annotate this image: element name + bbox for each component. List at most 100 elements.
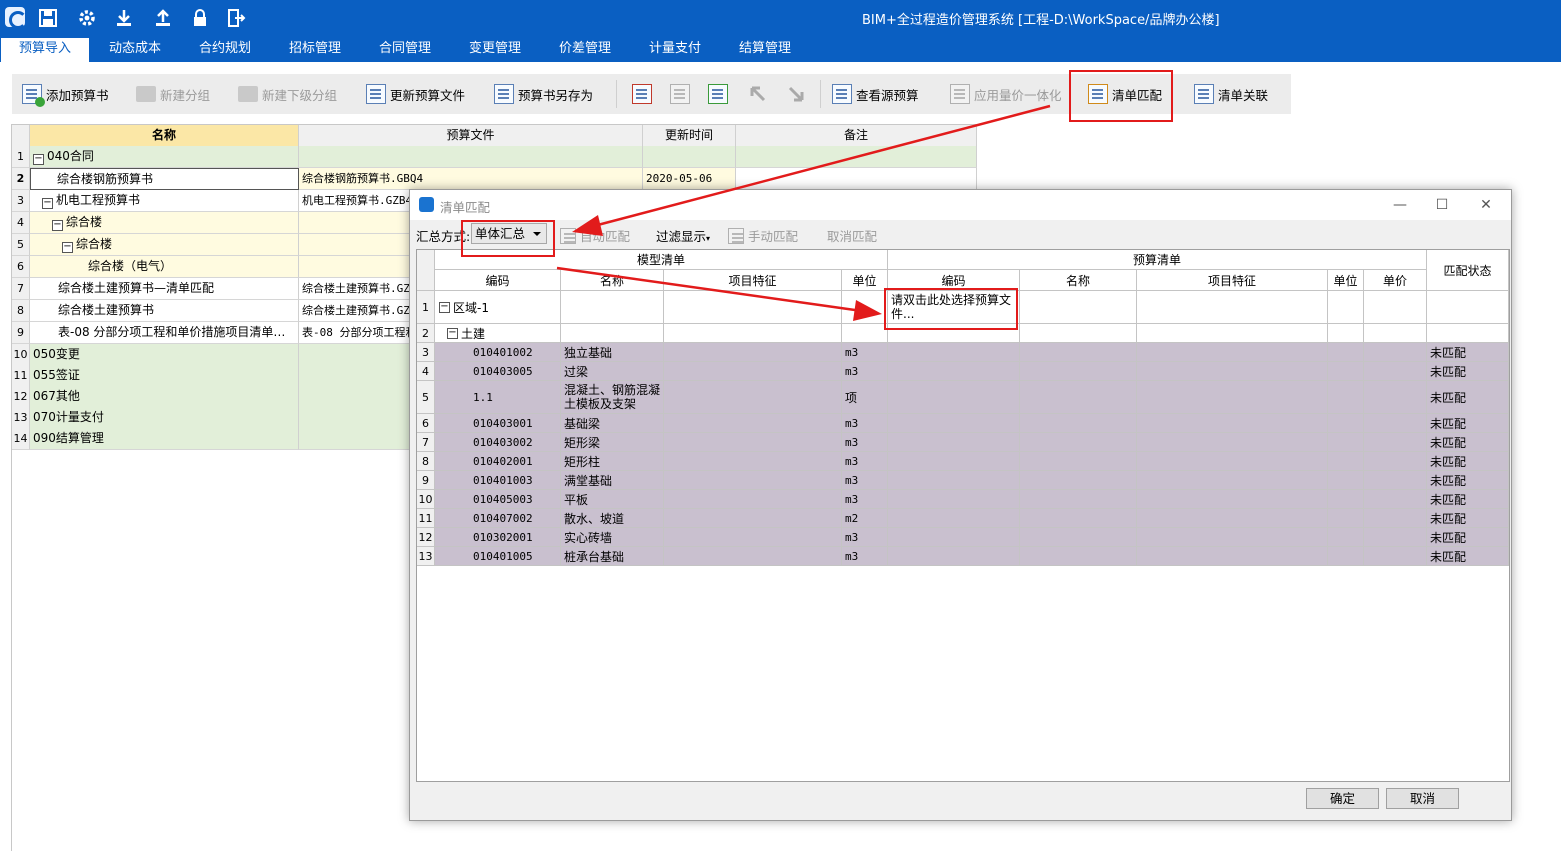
upload-icon[interactable] xyxy=(152,7,174,29)
tab-dynamic-cost[interactable]: 动态成本 xyxy=(92,36,178,62)
highlight-select-file xyxy=(884,288,1018,330)
folder-icon xyxy=(136,86,156,102)
tab-change-management[interactable]: 变更管理 xyxy=(452,36,538,62)
dialog-title-bar: 清单匹配 — ☐ ✕ xyxy=(410,190,1511,220)
grid-group-header: 模型清单 预算清单 匹配状态 xyxy=(417,250,1509,291)
tab-contract-management[interactable]: 合同管理 xyxy=(362,36,448,62)
table-row[interactable]: 2 综合楼钢筋预算书 综合楼钢筋预算书.GBQ4 2020-05-06 xyxy=(12,168,977,190)
tab-settlement[interactable]: 结算管理 xyxy=(722,36,808,62)
new-group-button[interactable]: 新建分组 xyxy=(136,74,210,114)
move-row-button[interactable] xyxy=(708,74,732,114)
collapse-icon[interactable]: − xyxy=(439,301,450,313)
integration-icon xyxy=(950,84,970,104)
collapse-icon[interactable]: − xyxy=(42,198,53,209)
tab-budget-import[interactable]: 预算导入 xyxy=(1,36,89,62)
title-bar: BIM+全过程造价管理系统 [工程-D:\WorkSpace/品牌办公楼] xyxy=(0,0,1561,36)
save-as-icon xyxy=(494,84,514,104)
match-status: 未匹配 xyxy=(1427,414,1509,433)
column-header-budget-name[interactable]: 名称 xyxy=(1020,270,1137,291)
dropdown-arrow-icon: ▾ xyxy=(706,234,711,243)
save-icon[interactable] xyxy=(37,7,59,29)
match-status: 未匹配 xyxy=(1427,528,1509,547)
tab-contract-planning[interactable]: 合约规划 xyxy=(182,36,268,62)
subfolder-icon xyxy=(238,86,258,102)
maximize-icon[interactable]: ☐ xyxy=(1430,194,1454,216)
match-status: 未匹配 xyxy=(1427,362,1509,381)
collapse-icon[interactable]: − xyxy=(447,327,458,339)
table-row[interactable]: 4 010403005 过梁 m3 未匹配 xyxy=(417,362,1509,381)
table-row[interactable]: 13 010401005 桩承台基础 m3 未匹配 xyxy=(417,547,1509,566)
view-source-budget-button[interactable]: 查看源预算 xyxy=(832,74,919,114)
table-row[interactable]: 12 010302001 实心砖墙 m3 未匹配 xyxy=(417,528,1509,547)
move-down-button[interactable] xyxy=(786,74,806,114)
filter-display-button[interactable]: 过滤显示▾ xyxy=(656,226,710,245)
dialog-app-icon xyxy=(419,197,434,212)
cancel-match-button[interactable]: 取消匹配 xyxy=(827,226,877,245)
copy-icon xyxy=(670,84,690,104)
insert-icon xyxy=(632,84,652,104)
table-row[interactable]: 5 1.1 混凝土、钢筋混凝土模板及支架 项 未匹配 xyxy=(417,381,1509,414)
exit-icon[interactable] xyxy=(225,7,247,29)
collapse-icon[interactable]: − xyxy=(62,242,73,253)
apply-integration-button[interactable]: 应用量价一体化 xyxy=(950,74,1062,114)
manual-match-button[interactable]: 手动匹配 xyxy=(728,226,798,245)
match-status: 未匹配 xyxy=(1427,471,1509,490)
auto-match-button[interactable]: 自动匹配 xyxy=(560,226,630,245)
table-row[interactable]: 10 010405003 平板 m3 未匹配 xyxy=(417,490,1509,509)
column-header-budget-price[interactable]: 单价 xyxy=(1364,270,1427,291)
collapse-icon[interactable]: − xyxy=(33,154,44,165)
move-up-button[interactable] xyxy=(748,74,768,114)
column-header-name[interactable]: 名称 xyxy=(30,125,299,147)
table-row[interactable]: 9 010401003 满堂基础 m3 未匹配 xyxy=(417,471,1509,490)
minimize-icon[interactable]: — xyxy=(1388,194,1412,216)
update-file-icon xyxy=(366,84,386,104)
match-status: 未匹配 xyxy=(1427,490,1509,509)
match-status: 未匹配 xyxy=(1427,381,1509,414)
insert-row-button[interactable] xyxy=(632,74,656,114)
tab-tender-management[interactable]: 招标管理 xyxy=(272,36,358,62)
auto-match-icon xyxy=(560,227,576,244)
copy-row-button[interactable] xyxy=(670,74,694,114)
column-header-time[interactable]: 更新时间 xyxy=(643,125,736,147)
column-header-budget-unit[interactable]: 单位 xyxy=(1328,270,1364,291)
toolbar-separator xyxy=(616,80,617,108)
new-subgroup-button[interactable]: 新建下级分组 xyxy=(238,74,337,114)
arrow-up-left-icon xyxy=(750,86,766,102)
table-row[interactable]: 1 −040合同 xyxy=(12,146,977,168)
collapse-icon[interactable]: − xyxy=(52,220,63,231)
table-row[interactable]: 7 010403002 矩形梁 m3 未匹配 xyxy=(417,433,1509,452)
column-header-model-name[interactable]: 名称 xyxy=(561,270,664,291)
tab-payment[interactable]: 计量支付 xyxy=(632,36,718,62)
bill-match-dialog: 清单匹配 — ☐ ✕ 汇总方式: 单体汇总 自动匹配 过滤显示▾ 手动匹配 取消… xyxy=(409,189,1512,821)
column-header-budget-feature[interactable]: 项目特征 xyxy=(1137,270,1328,291)
update-budget-file-button[interactable]: 更新预算文件 xyxy=(366,74,465,114)
table-row[interactable]: 11 010407002 散水、坡道 m2 未匹配 xyxy=(417,509,1509,528)
table-row[interactable]: 3 010401002 独立基础 m3 未匹配 xyxy=(417,343,1509,362)
close-icon[interactable]: ✕ xyxy=(1474,194,1498,216)
save-budget-as-button[interactable]: 预算书另存为 xyxy=(494,74,593,114)
column-header-model-feature[interactable]: 项目特征 xyxy=(664,270,842,291)
column-header-model-code[interactable]: 编码 xyxy=(435,270,561,291)
tab-price-diff[interactable]: 价差管理 xyxy=(542,36,628,62)
table-row[interactable]: 8 010402001 矩形柱 m3 未匹配 xyxy=(417,452,1509,471)
match-status: 未匹配 xyxy=(1427,509,1509,528)
table-row[interactable]: 6 010403001 基础梁 m3 未匹配 xyxy=(417,414,1509,433)
manual-match-icon xyxy=(728,227,744,244)
lock-icon[interactable] xyxy=(189,7,211,29)
column-header-model-unit[interactable]: 单位 xyxy=(842,270,888,291)
grid-left-border xyxy=(11,446,12,851)
column-header-file[interactable]: 预算文件 xyxy=(299,125,643,147)
bill-link-button[interactable]: 清单关联 xyxy=(1194,74,1268,114)
settings-icon[interactable] xyxy=(76,7,98,29)
match-status: 未匹配 xyxy=(1427,433,1509,452)
group-budget-bill: 预算清单 xyxy=(888,250,1427,270)
download-icon[interactable] xyxy=(113,7,135,29)
highlight-summary-mode xyxy=(461,220,555,257)
confirm-button[interactable]: 确定 xyxy=(1306,788,1379,809)
add-budget-button[interactable]: 添加预算书 xyxy=(22,74,109,114)
column-header-note[interactable]: 备注 xyxy=(736,125,977,147)
app-logo-icon xyxy=(5,7,27,29)
cancel-button[interactable]: 取消 xyxy=(1386,788,1459,809)
window-title: BIM+全过程造价管理系统 [工程-D:\WorkSpace/品牌办公楼] xyxy=(862,13,1220,28)
highlight-bill-match xyxy=(1069,70,1173,122)
